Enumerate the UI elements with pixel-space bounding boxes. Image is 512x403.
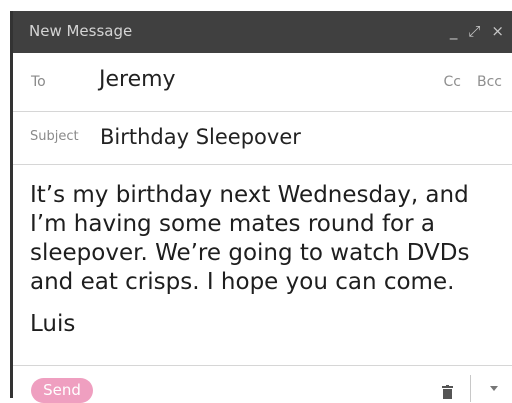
chevron-down-icon[interactable] [489, 384, 499, 392]
message-body[interactable]: It’s my birthday next Wednesday, and I’m… [30, 181, 504, 297]
cc-bcc-links: Cc Bcc [444, 74, 502, 90]
close-icon[interactable]: × [491, 22, 504, 40]
subject-row[interactable]: Subject Birthday Sleepover [13, 112, 512, 165]
window-title: New Message [29, 22, 133, 40]
subject-field[interactable]: Birthday Sleepover [100, 125, 301, 149]
minimize-icon[interactable]: _ [450, 22, 458, 40]
bcc-link[interactable]: Bcc [477, 74, 502, 90]
recipient-row[interactable]: To Jeremy Cc Bcc [13, 53, 512, 112]
to-field[interactable]: Jeremy [99, 67, 176, 92]
compose-window: New Message _ ⤢ × To Jeremy Cc Bcc Subje… [10, 11, 512, 403]
cc-link[interactable]: Cc [444, 74, 461, 90]
trash-icon[interactable] [442, 385, 453, 399]
window-controls: _ ⤢ × [450, 22, 504, 40]
send-button[interactable]: Send [31, 378, 93, 403]
expand-icon[interactable]: ⤢ [468, 22, 480, 40]
to-label: To [31, 74, 46, 90]
compose-titlebar: New Message _ ⤢ × [13, 11, 512, 53]
compose-footer: Send [13, 365, 512, 403]
subject-label: Subject [30, 129, 79, 144]
message-signature[interactable]: Luis [30, 311, 75, 337]
